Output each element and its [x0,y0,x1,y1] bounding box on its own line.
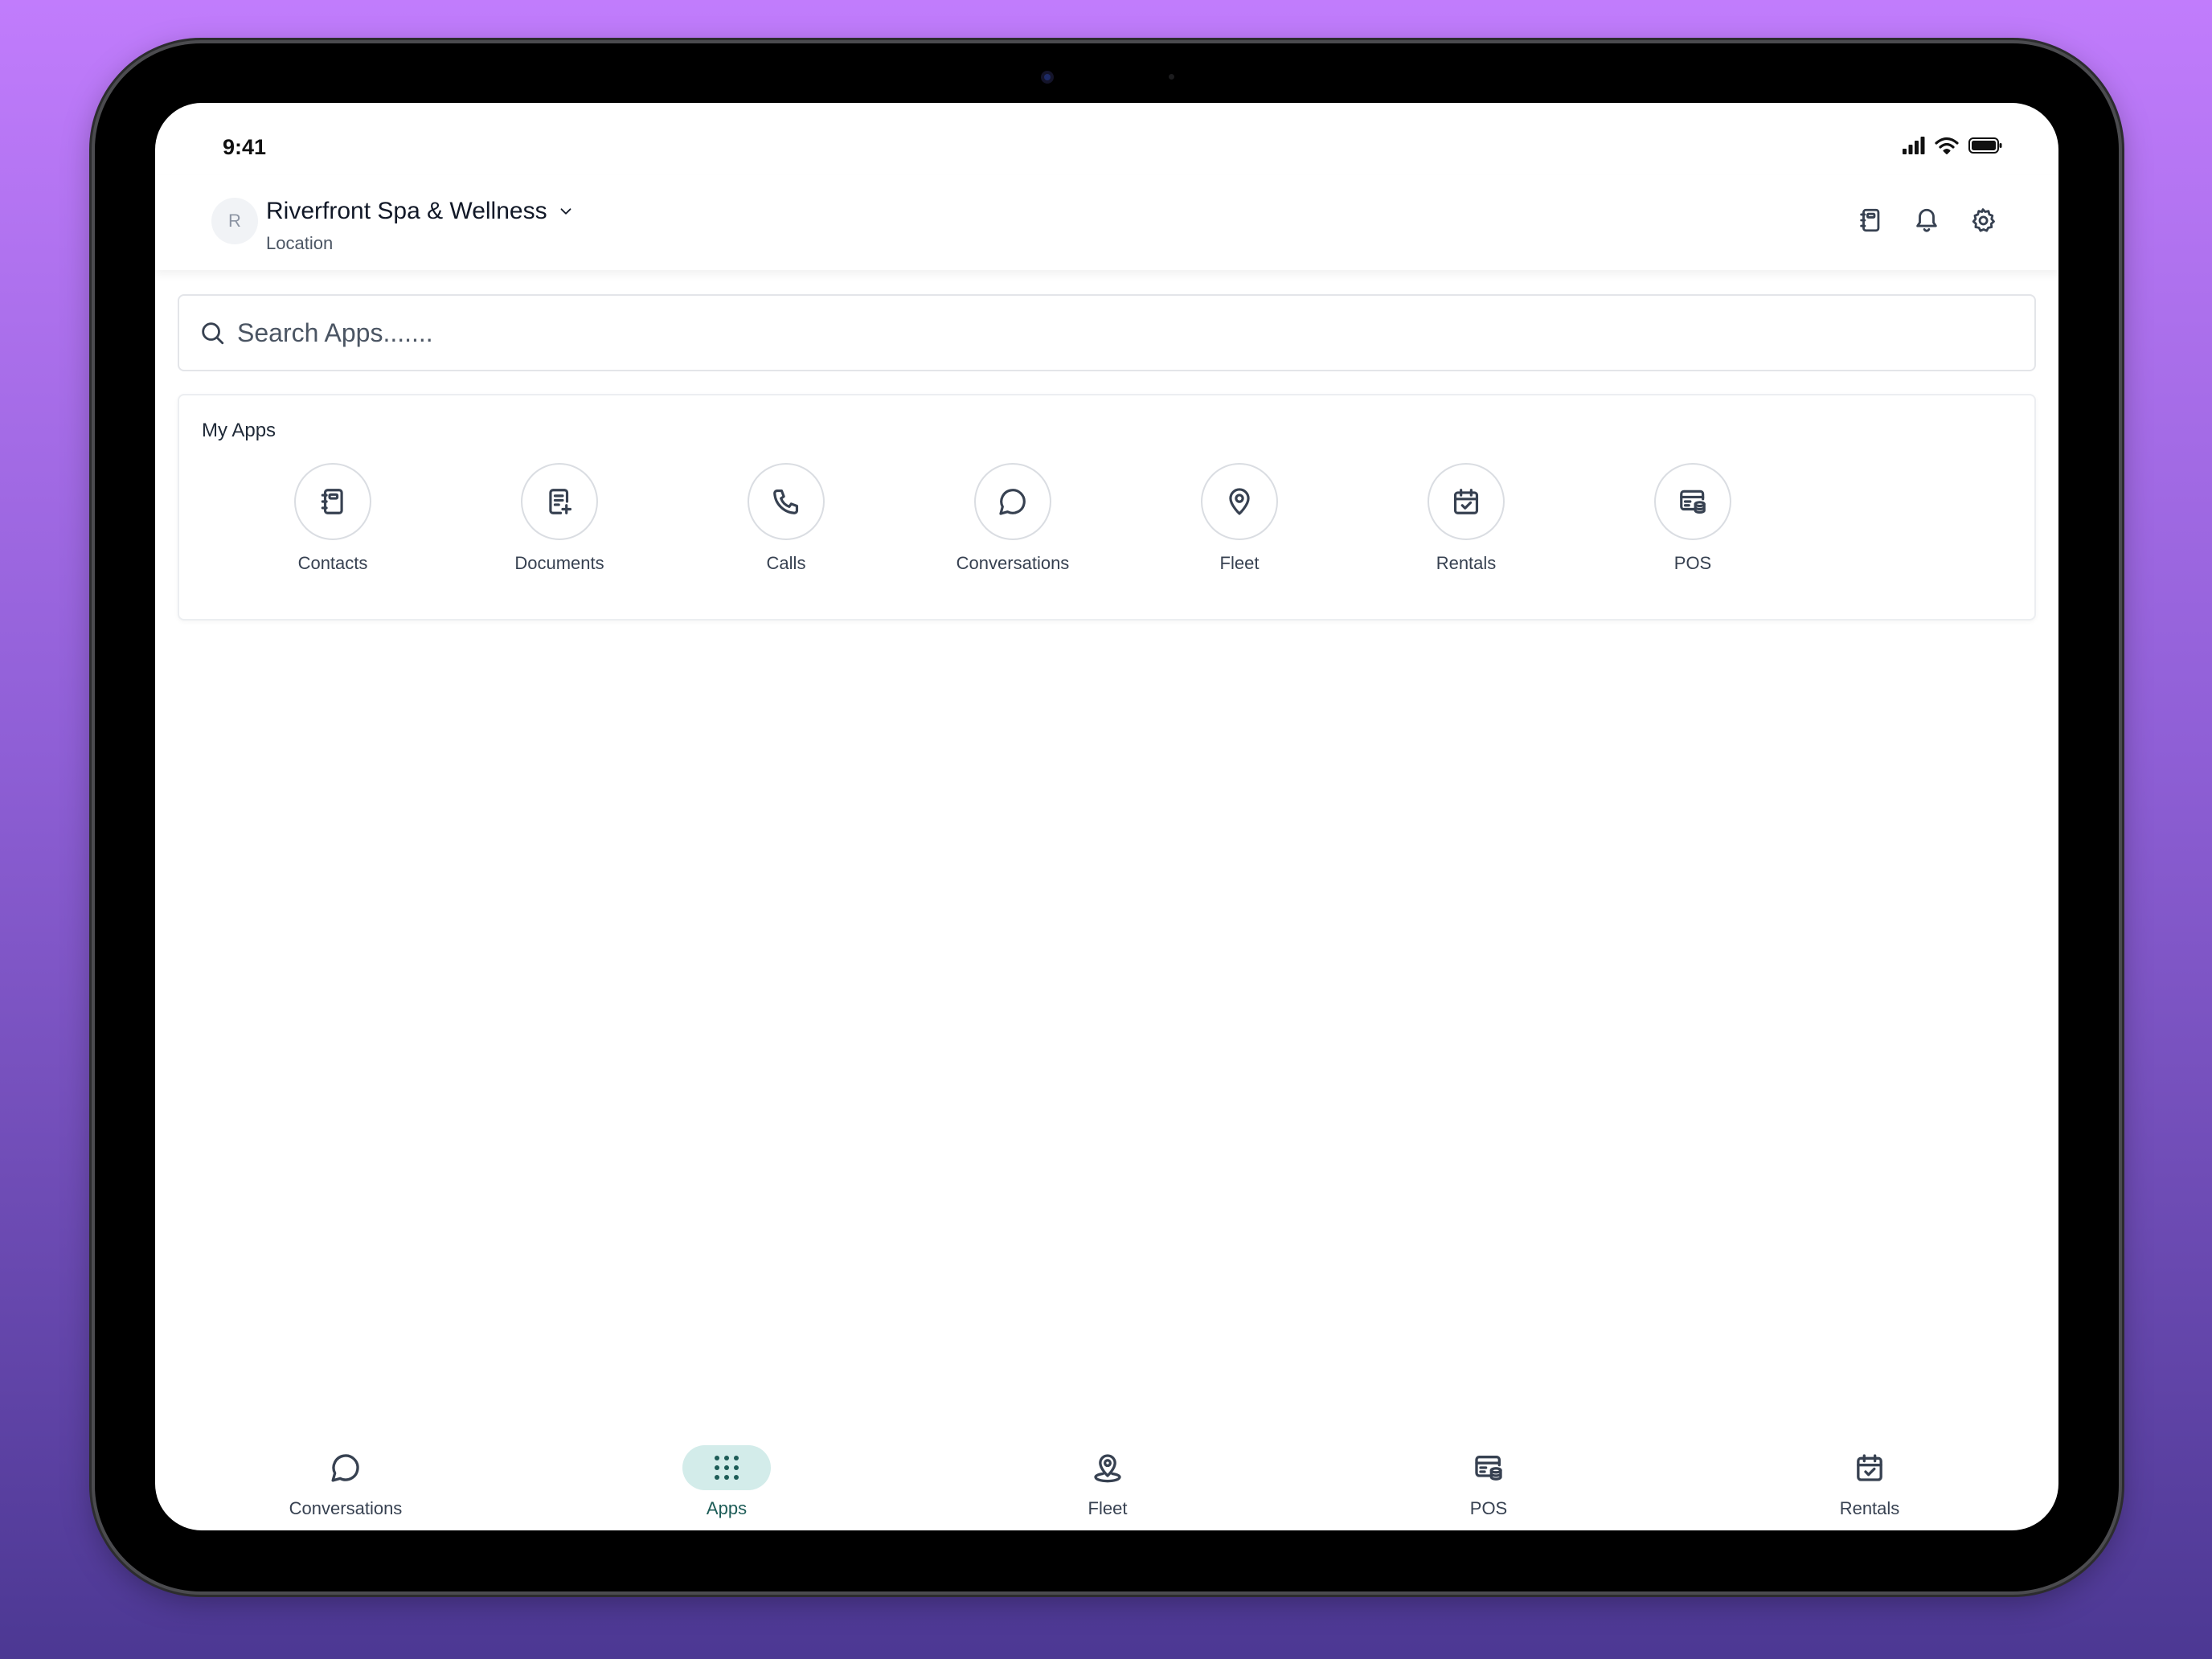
app-icon-circle [294,463,371,540]
nav-item-pos[interactable]: POS [1392,1445,1585,1519]
status-icons [1903,137,2002,154]
app-icon-circle [1654,463,1731,540]
app-screen: 9:41 R Riverfront Spa & Wellness Locatio [155,103,2058,1530]
bottom-navigation: Conversations Apps Fleet POS Rentals [155,1421,2058,1530]
search-icon [202,322,224,345]
nav-icon-wrap [1063,1445,1152,1490]
location-label: Location [266,233,334,253]
settings-button[interactable] [1968,206,1997,235]
app-icon-circle [974,463,1051,540]
app-tile-conversations[interactable]: Conversations [932,463,1093,574]
calendar-check-icon [1857,1454,1882,1481]
location-name: Riverfront Spa & Wellness [266,198,547,224]
app-icon-circle [521,463,598,540]
front-camera [1041,71,1054,84]
notifications-button[interactable] [1912,206,1941,235]
document-add-icon [549,489,572,514]
app-label: Calls [766,553,806,573]
grid-dots-icon [715,1456,739,1480]
nav-icon-wrap [1444,1445,1533,1490]
battery-icon [1968,137,2002,154]
chat-bubble-icon [331,1454,359,1482]
app-tile-pos[interactable]: POS [1612,463,1773,574]
app-tile-calls[interactable]: Calls [706,463,866,574]
nav-icon-wrap [1825,1445,1914,1490]
chat-bubble-icon [999,489,1026,515]
section-title: My Apps [202,420,276,441]
search-bar[interactable] [178,294,2036,371]
bell-icon [1916,208,1937,232]
pos-register-icon [1680,490,1706,514]
contacts-book-icon [1860,208,1880,232]
app-tile-documents[interactable]: Documents [479,463,640,574]
app-label: Documents [514,553,604,573]
location-avatar[interactable]: R [211,198,258,244]
nav-item-conversations[interactable]: Conversations [249,1445,442,1519]
app-icon-circle [1428,463,1505,540]
nav-label: Fleet [1088,1498,1128,1518]
app-tile-rentals[interactable]: Rentals [1386,463,1546,574]
search-input[interactable] [237,317,2034,348]
pos-register-icon [1475,1456,1502,1481]
app-tile-contacts[interactable]: Contacts [252,463,413,574]
app-label: POS [1673,553,1712,573]
nav-item-fleet[interactable]: Fleet [1011,1445,1204,1519]
map-pin-icon [1229,488,1250,515]
gear-icon [1972,208,1995,232]
app-tile-fleet[interactable]: Fleet [1159,463,1320,574]
nav-item-rentals[interactable]: Rentals [1773,1445,1966,1519]
app-label: Rentals [1436,553,1497,573]
app-header: R Riverfront Spa & Wellness Location [155,175,2058,270]
contacts-button[interactable] [1856,206,1885,235]
contacts-book-icon [321,489,343,514]
header-actions [1856,206,1997,235]
calendar-check-icon [1453,489,1479,514]
nav-icon-wrap [682,1445,771,1490]
wifi-icon [1935,137,1959,154]
nav-label: POS [1469,1498,1508,1518]
app-icon-circle [1201,463,1278,540]
status-time: 9:41 [223,135,267,159]
ambient-sensor [1169,74,1174,80]
nav-label: Conversations [289,1498,403,1518]
nav-icon-wrap [301,1445,390,1490]
app-label: Contacts [297,553,368,573]
app-label: Fleet [1219,553,1260,573]
nav-label: Rentals [1839,1498,1900,1518]
chevron-down-icon [560,208,571,215]
app-label: Conversations [956,553,1070,573]
phone-icon [773,489,799,514]
signal-icon [1903,137,1925,154]
location-pin-icon [1094,1454,1121,1483]
nav-item-apps[interactable]: Apps [630,1445,823,1519]
nav-label: Apps [706,1498,748,1518]
my-apps-section: My Apps Contacts Documents Calls Convers… [178,394,2036,621]
location-switcher[interactable]: Riverfront Spa & Wellness [266,198,575,225]
app-icon-circle [748,463,825,540]
